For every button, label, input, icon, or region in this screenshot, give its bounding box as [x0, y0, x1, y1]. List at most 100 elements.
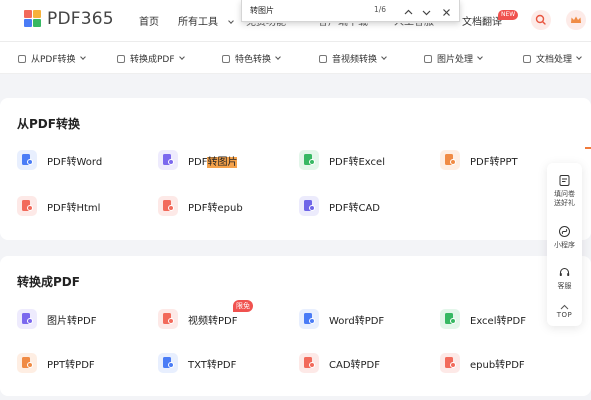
subnav-label: 转换成PDF [130, 55, 175, 65]
find-prev-button[interactable] [402, 4, 415, 17]
tool-txt-to-pdf[interactable]: TXT转PDF [158, 352, 236, 374]
subnav-from-pdf[interactable]: 从PDF转换 [18, 52, 86, 65]
media-icon [319, 54, 327, 63]
subnav-label: 文档处理 [536, 55, 573, 65]
epub-icon [158, 196, 178, 216]
star-icon [222, 54, 230, 63]
word-icon [17, 150, 37, 170]
image-icon [158, 150, 178, 170]
html-icon [17, 196, 37, 216]
tool-label: TXT转PDF [188, 359, 237, 371]
find-next-button[interactable] [420, 4, 433, 17]
scroll-indicator [585, 147, 591, 149]
tool-video-to-pdf[interactable]: 视频转PDF [158, 308, 237, 330]
tool-pdf-to-excel[interactable]: PDF转Excel [299, 149, 385, 171]
video-icon [158, 309, 178, 329]
chevron-down-icon [477, 54, 483, 60]
subnav-special[interactable]: 特色转换 [222, 52, 281, 65]
image-icon [424, 54, 432, 63]
tool-pdf-to-epub[interactable]: PDF转epub [158, 195, 243, 217]
logo-text[interactable]: PDF365 [47, 9, 114, 29]
tool-image-to-pdf[interactable]: 图片转PDF [17, 308, 96, 330]
ppt-icon [17, 353, 37, 373]
cad-icon [299, 196, 319, 216]
tool-excel-to-pdf[interactable]: Excel转PDF [440, 308, 526, 330]
tool-pdf-to-word[interactable]: PDF转Word [17, 149, 102, 171]
tool-ppt-to-pdf[interactable]: PPT转PDF [17, 352, 95, 374]
vip-button[interactable] [566, 10, 586, 30]
mini-program-label: 小程序 [554, 241, 575, 249]
find-input[interactable]: 转图片 [250, 5, 274, 16]
section-title: 从PDF转换 [17, 117, 80, 131]
image-icon [17, 309, 37, 329]
tool-word-to-pdf[interactable]: Word转PDF [299, 308, 384, 330]
chevron-up-icon [404, 9, 413, 15]
survey-button[interactable]: 填问卷送好礼 [547, 174, 582, 208]
tool-label: PPT转PDF [47, 359, 95, 371]
txt-icon [158, 353, 178, 373]
tool-label: PDF转epub [188, 202, 243, 214]
subnav-image[interactable]: 图片处理 [424, 52, 483, 65]
tool-label: PDF转Excel [329, 156, 385, 168]
epub-icon [440, 353, 460, 373]
section-title: 转换成PDF [17, 275, 80, 289]
tool-label: epub转PDF [470, 359, 525, 371]
subnav-label: 音视频转换 [332, 55, 378, 65]
floating-side-panel: 填问卷送好礼 小程序 客服 TOP [547, 163, 582, 326]
tool-pdf-to-image[interactable]: PDF转图片 [158, 149, 238, 171]
cad-icon [299, 353, 319, 373]
find-bar: 转图片 1/6 [241, 0, 460, 22]
logo-icon[interactable] [24, 10, 42, 28]
chevron-down-icon [228, 18, 235, 24]
mini-program-button[interactable]: 小程序 [547, 225, 582, 250]
ppt-icon [440, 150, 460, 170]
tool-label: PDF转Word [47, 156, 103, 168]
category-nav: 从PDF转换 转换成PDF 特色转换 音视频转换 图片处理 文档处理 [0, 42, 591, 74]
tool-label: CAD转PDF [329, 359, 381, 371]
back-to-top-label: TOP [556, 311, 573, 319]
chevron-down-icon [576, 54, 582, 60]
subnav-label: 从PDF转换 [31, 55, 76, 65]
subnav-doc[interactable]: 文档处理 [523, 52, 582, 65]
nav-all-tools-label: 所有工具 [178, 17, 218, 28]
nav-translate[interactable]: 文档翻译 [462, 13, 502, 28]
subnav-media[interactable]: 音视频转换 [319, 52, 387, 65]
section-to-pdf: 转换成PDF 图片转PDF 视频转PDF Word转PDF Excel转PDF … [0, 256, 591, 396]
headset-icon [559, 268, 570, 276]
tool-label-prefix: PDF [188, 156, 208, 168]
tool-pdf-to-cad[interactable]: PDF转CAD [299, 195, 380, 217]
subnav-to-pdf[interactable]: 转换成PDF [117, 52, 185, 65]
customer-service-label: 客服 [557, 282, 572, 290]
tool-label: PDF转PPT [470, 156, 518, 168]
tool-pdf-to-ppt[interactable]: PDF转PPT [440, 149, 518, 171]
close-icon [443, 9, 450, 16]
survey-label: 填问卷送好礼 [554, 190, 575, 207]
chevron-down-icon [381, 54, 387, 60]
mini-program-icon [559, 226, 570, 237]
tool-cad-to-pdf[interactable]: CAD转PDF [299, 352, 380, 374]
search-button[interactable] [531, 10, 551, 30]
chevron-down-icon [178, 54, 185, 60]
tool-epub-to-pdf[interactable]: epub转PDF [440, 352, 525, 374]
tool-label: Word转PDF [329, 315, 385, 327]
survey-icon [559, 175, 570, 186]
free-limited-badge: 限免 [233, 300, 253, 312]
subnav-label: 特色转换 [235, 55, 272, 65]
tool-pdf-to-html[interactable]: PDF转Html [17, 195, 100, 217]
nav-home[interactable]: 首页 [139, 13, 159, 28]
excel-icon [440, 309, 460, 329]
chevron-down-icon [275, 54, 281, 60]
tool-label: PDF转Html [47, 202, 101, 214]
pdf-icon [18, 54, 26, 63]
tool-label: PDF转CAD [329, 202, 381, 214]
nav-all-tools[interactable]: 所有工具 [178, 13, 235, 28]
tool-label: PDF转图片 [188, 153, 238, 168]
search-highlight: 转图片 [207, 156, 238, 168]
find-close-button[interactable] [440, 4, 453, 17]
customer-service-button[interactable]: 客服 [547, 266, 582, 291]
back-to-top-button[interactable]: TOP [547, 304, 582, 320]
subnav-label: 图片处理 [437, 55, 474, 65]
chevron-down-icon [422, 10, 431, 16]
convert-icon [117, 54, 125, 63]
document-icon [523, 54, 531, 63]
